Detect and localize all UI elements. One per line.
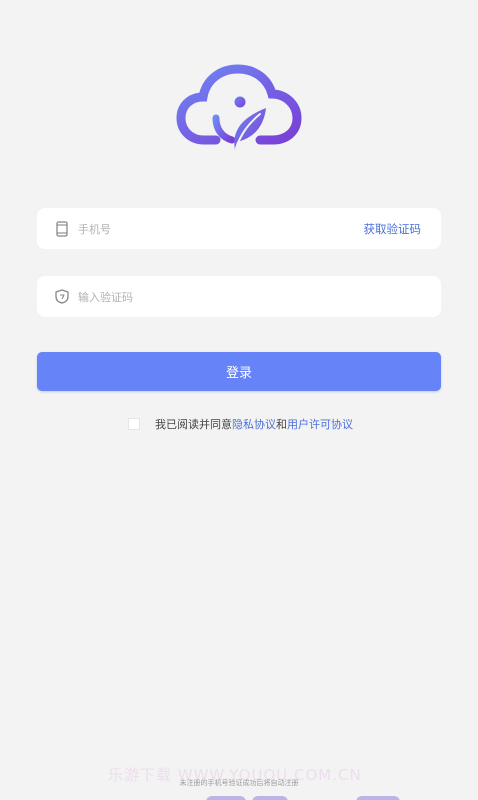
cloud-leaf-logo-icon xyxy=(176,64,302,150)
footer-note: 未注册的手机号验证成功后将自动注册 xyxy=(179,779,299,787)
login-screen: 手机号 获取验证码 输入验证码 登录 我已阅读并同意 隐私协议 和 用户许可协议… xyxy=(0,0,478,800)
phone-field[interactable]: 手机号 获取验证码 xyxy=(37,208,441,249)
code-input[interactable]: 输入验证码 xyxy=(78,289,441,305)
privacy-policy-link[interactable]: 隐私协议 xyxy=(232,416,276,432)
bottom-decoration xyxy=(0,792,478,800)
phone-icon xyxy=(54,220,70,237)
user-license-link[interactable]: 用户许可协议 xyxy=(287,416,353,432)
agreement-prefix: 我已阅读并同意 xyxy=(155,418,232,431)
get-code-button[interactable]: 获取验证码 xyxy=(364,221,422,237)
phone-input[interactable]: 手机号 xyxy=(78,221,364,237)
agreement-conjunction: 和 xyxy=(276,418,287,431)
shield-icon xyxy=(54,289,70,305)
agreement-row: 我已阅读并同意 隐私协议 和 用户许可协议 xyxy=(128,415,353,433)
verification-code-field[interactable]: 输入验证码 xyxy=(37,276,441,317)
agreement-checkbox[interactable] xyxy=(128,418,140,430)
login-button[interactable]: 登录 xyxy=(37,352,441,391)
